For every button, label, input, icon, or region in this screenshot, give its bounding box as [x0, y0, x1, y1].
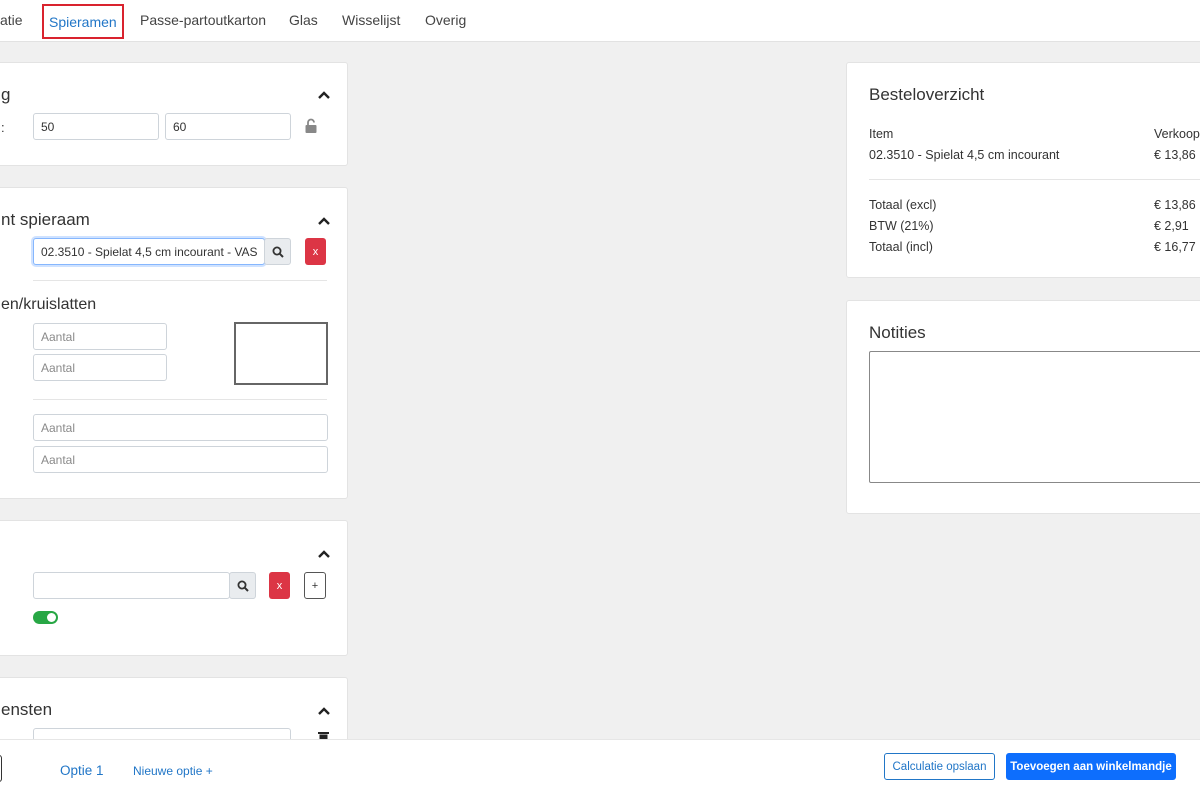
notes-title: Notities: [869, 323, 926, 342]
top-tab-bar: atie Spieramen Passe-partoutkarton Glas …: [0, 0, 1200, 42]
column-header-price: Verkoop: [1154, 127, 1200, 141]
divider: [869, 179, 1200, 180]
search-icon: [237, 580, 249, 592]
remove-option-button[interactable]: x: [269, 572, 290, 599]
article-search-input[interactable]: [33, 238, 265, 265]
tab-glas[interactable]: Glas: [289, 4, 318, 39]
option-search-input[interactable]: [33, 572, 230, 599]
column-header-item: Item: [869, 127, 894, 141]
add-to-cart-button[interactable]: Toevoegen aan winkelmandje: [1006, 753, 1176, 780]
option-1-link[interactable]: Optie 1: [60, 763, 104, 778]
toggle-knob: [47, 613, 56, 622]
extra-options-card: x +: [0, 520, 348, 656]
notes-card: Notities: [846, 300, 1200, 514]
item-name: 02.3510 - Spielat 4,5 cm incourant: [869, 148, 1060, 162]
width-input[interactable]: [33, 113, 159, 140]
toggle-switch[interactable]: [33, 611, 58, 624]
chevron-up-icon[interactable]: [317, 549, 331, 559]
notes-textarea[interactable]: [869, 351, 1200, 483]
vat-label: BTW (21%): [869, 219, 934, 233]
vat-value: € 2,91: [1154, 219, 1189, 233]
tab-overig[interactable]: Overig: [425, 4, 466, 39]
chevron-up-icon[interactable]: [317, 216, 331, 226]
item-price: € 13,86: [1154, 148, 1196, 162]
height-input[interactable]: [165, 113, 291, 140]
tab-wisselijst[interactable]: Wisselijst: [342, 4, 400, 39]
crossbars-title: en/kruislatten: [1, 296, 97, 313]
divider: [33, 280, 327, 281]
dimensions-label: :: [1, 120, 5, 135]
stretcher-frame-card: nt spieraam x en/kruislatten: [0, 187, 348, 499]
quantity-input-4[interactable]: [33, 446, 328, 473]
total-excl-value: € 13,86: [1154, 198, 1196, 212]
save-calculation-button[interactable]: Calculatie opslaan: [884, 753, 995, 780]
chevron-up-icon[interactable]: [317, 90, 331, 100]
services-title: ensten: [1, 700, 53, 719]
quantity-input-3[interactable]: [33, 414, 328, 441]
total-incl-value: € 16,77: [1154, 240, 1196, 254]
crossbar-quantity-2[interactable]: [33, 354, 167, 381]
search-icon: [272, 246, 284, 258]
new-option-link[interactable]: Nieuwe optie +: [133, 764, 213, 778]
remove-article-button[interactable]: x: [305, 238, 326, 265]
back-button[interactable]: [0, 755, 2, 782]
tab-passe-partoutkarton[interactable]: Passe-partoutkarton: [140, 4, 266, 39]
order-summary-card: Besteloverzicht Item Verkoop 02.3510 - S…: [846, 62, 1200, 278]
stretcher-frame-title: nt spieraam: [1, 210, 90, 229]
divider: [33, 399, 327, 400]
lock-open-icon[interactable]: [304, 118, 318, 134]
order-summary-title: Besteloverzicht: [869, 85, 985, 104]
tab-calculatie[interactable]: atie: [0, 4, 23, 39]
tab-spieramen[interactable]: Spieramen: [42, 4, 124, 39]
add-option-button[interactable]: +: [304, 572, 326, 599]
search-button[interactable]: [229, 572, 256, 599]
crossbar-preview: [234, 322, 328, 385]
crossbar-quantity-1[interactable]: [33, 323, 167, 350]
bottom-action-bar: Optie 1 Nieuwe optie + Calculatie opslaa…: [0, 739, 1200, 799]
chevron-up-icon[interactable]: [317, 706, 331, 716]
total-incl-label: Totaal (incl): [869, 240, 933, 254]
total-excl-label: Totaal (excl): [869, 198, 937, 212]
dimensions-card: g :: [0, 62, 348, 166]
search-button[interactable]: [264, 238, 291, 265]
dimensions-title: g: [1, 85, 11, 104]
